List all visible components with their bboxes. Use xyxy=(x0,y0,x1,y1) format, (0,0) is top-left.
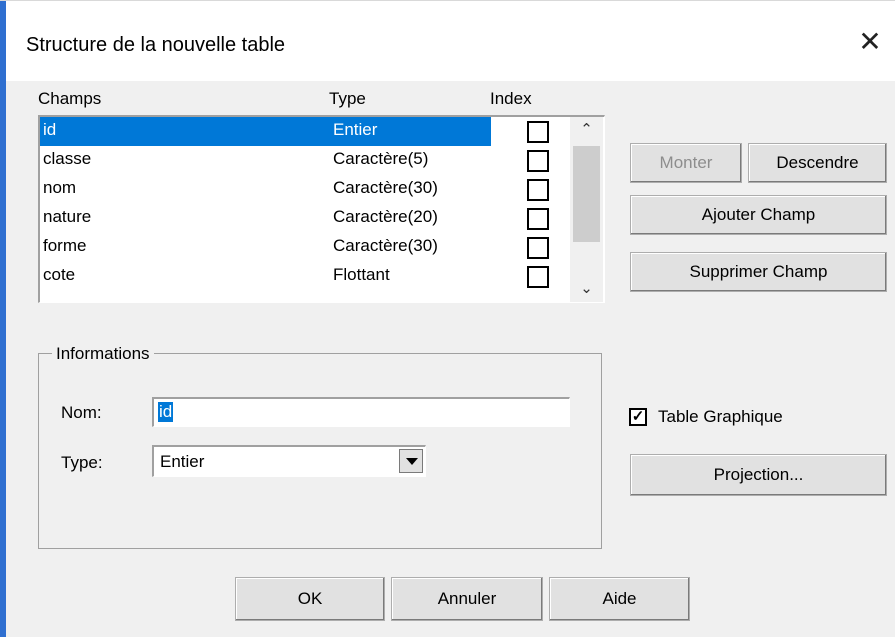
index-checkbox[interactable] xyxy=(527,150,549,172)
chevron-down-icon[interactable] xyxy=(399,449,423,473)
list-item[interactable]: classe Caractère(5) xyxy=(40,146,604,175)
field-type: Caractère(5) xyxy=(333,149,429,168)
field-type: Caractère(30) xyxy=(333,236,438,255)
aide-button[interactable]: Aide xyxy=(549,577,690,621)
field-name: forme xyxy=(43,236,87,255)
index-checkbox[interactable] xyxy=(527,208,549,230)
selection-highlight xyxy=(40,117,491,146)
field-name: id xyxy=(43,120,57,139)
list-item[interactable]: id Entier xyxy=(40,117,604,146)
index-checkbox[interactable] xyxy=(527,121,549,143)
column-header-type: Type xyxy=(329,89,366,108)
list-item[interactable]: nom Caractère(30) xyxy=(40,175,604,204)
column-header-index: Index xyxy=(490,89,532,108)
monter-button[interactable]: Monter xyxy=(630,143,742,183)
field-type: Caractère(20) xyxy=(333,207,438,226)
dialog-title: Structure de la nouvelle table xyxy=(26,34,286,56)
monter-button-label: Monter xyxy=(659,153,713,172)
field-type: Flottant xyxy=(333,265,390,284)
ok-button[interactable]: OK xyxy=(235,577,385,621)
aide-button-label: Aide xyxy=(602,589,637,608)
list-item[interactable]: forme Caractère(30) xyxy=(40,233,604,262)
annuler-button[interactable]: Annuler xyxy=(391,577,543,621)
type-select[interactable]: Entier xyxy=(152,445,426,477)
nom-label: Nom: xyxy=(61,403,102,422)
dialog-window: Structure de la nouvelle table ✕ Champs … xyxy=(0,0,895,637)
index-checkbox[interactable] xyxy=(527,266,549,288)
index-checkbox[interactable] xyxy=(527,237,549,259)
ok-button-label: OK xyxy=(297,589,323,608)
close-icon[interactable]: ✕ xyxy=(853,25,887,59)
field-type: Entier xyxy=(333,120,378,139)
field-name: nom xyxy=(43,178,77,197)
scroll-up-icon[interactable]: ⌃ xyxy=(570,117,603,143)
descendre-button[interactable]: Descendre xyxy=(748,143,887,183)
nom-input[interactable]: id xyxy=(152,397,570,427)
ajouter-champ-button[interactable]: Ajouter Champ xyxy=(630,195,887,235)
dialog-client-area: Champs Type Index id Entier classe Carac… xyxy=(6,81,895,637)
supprimer-champ-label: Supprimer Champ xyxy=(689,262,828,281)
list-item[interactable]: nature Caractère(20) xyxy=(40,204,604,233)
descendre-button-label: Descendre xyxy=(776,153,859,172)
list-item[interactable]: cote Flottant xyxy=(40,262,604,291)
nom-input-value: id xyxy=(158,402,174,422)
type-label: Type: xyxy=(61,453,103,472)
table-graphique-checkbox[interactable]: ✓ xyxy=(629,408,647,426)
fields-list[interactable]: id Entier classe Caractère(5) nom Caract… xyxy=(38,115,605,303)
index-checkbox[interactable] xyxy=(527,179,549,201)
projection-button-label: Projection... xyxy=(713,465,804,484)
scroll-thumb[interactable] xyxy=(573,146,600,242)
type-select-value: Entier xyxy=(160,452,205,471)
informations-group-label: Informations xyxy=(52,344,154,364)
field-type: Caractère(30) xyxy=(333,178,438,197)
supprimer-champ-button[interactable]: Supprimer Champ xyxy=(630,252,887,292)
table-graphique-label: Table Graphique xyxy=(658,407,783,426)
column-header-champs: Champs xyxy=(38,89,102,108)
ajouter-champ-label: Ajouter Champ xyxy=(701,205,816,224)
field-name: classe xyxy=(43,149,92,168)
title-bar: Structure de la nouvelle table ✕ xyxy=(6,1,895,81)
list-scrollbar[interactable]: ⌃ ⌄ xyxy=(570,117,603,302)
scroll-down-icon[interactable]: ⌄ xyxy=(570,276,603,302)
annuler-button-label: Annuler xyxy=(437,589,497,608)
field-name: nature xyxy=(43,207,92,226)
field-name: cote xyxy=(43,265,76,284)
projection-button[interactable]: Projection... xyxy=(630,454,887,496)
